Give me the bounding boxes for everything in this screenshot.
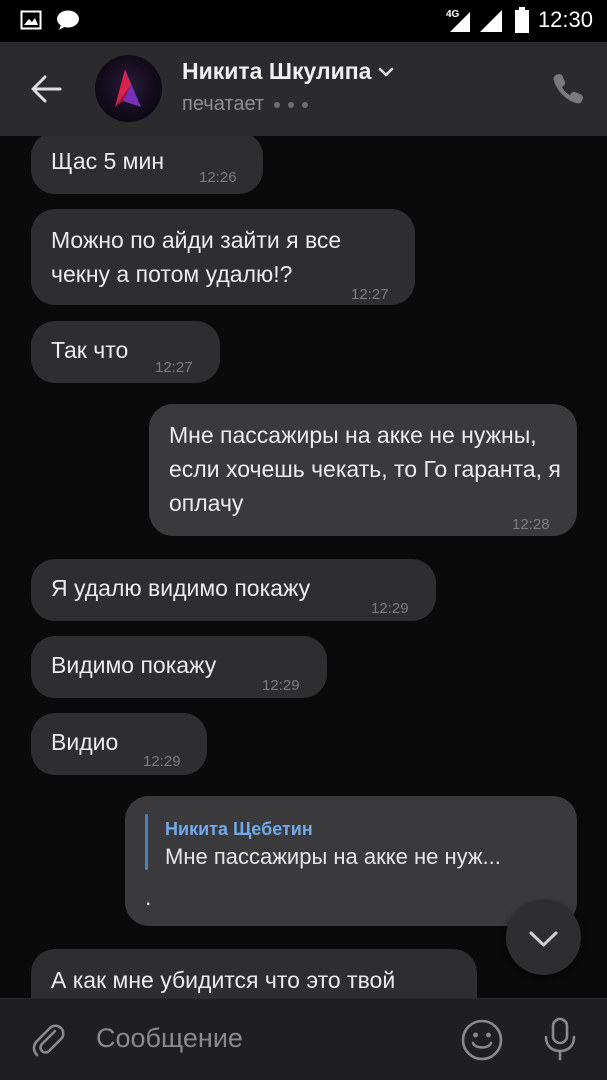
signal-icon: 4G [446, 9, 502, 32]
phone-icon[interactable] [551, 71, 585, 105]
message-text: Видимо покажу [51, 652, 217, 678]
chevron-down-icon [379, 67, 394, 76]
mic-icon[interactable] [540, 1016, 580, 1062]
message-incoming[interactable]: Видимо покажу 12:29 [31, 636, 327, 698]
message-text: Видио [51, 729, 119, 755]
message-time: 12:27 [351, 286, 389, 303]
back-arrow-icon[interactable] [26, 68, 68, 110]
clock: 12:30 [537, 7, 593, 32]
attach-icon[interactable] [28, 1019, 68, 1059]
message-text: Мне пассажиры на акке не нужны, если хоч… [169, 422, 561, 516]
avatar-image [115, 69, 141, 107]
message-incoming[interactable]: Можно по айди зайти я все чекну а потом … [31, 209, 415, 305]
message-text: Я удалю видимо покажу [51, 575, 311, 601]
status-indicators: 4G 12:30 [446, 6, 593, 34]
reply-snippet: Мне пассажиры на акке не нуж... [165, 844, 501, 869]
reply-quote-bar [145, 814, 148, 870]
message-time: 12:26 [199, 169, 237, 186]
message-incoming[interactable]: Видио 12:29 [31, 713, 207, 775]
message-input[interactable]: Сообщение [96, 1023, 243, 1054]
message-outgoing[interactable]: Мне пассажиры на акке не нужны, если хоч… [149, 404, 577, 536]
message-time: 12:27 [155, 359, 193, 376]
message-time: 12:28 [512, 516, 550, 533]
battery-icon [514, 7, 529, 33]
emoji-icon[interactable] [460, 1018, 504, 1062]
image-icon [20, 10, 42, 30]
message-incoming[interactable]: Я удалю видимо покажу 12:29 [31, 559, 436, 621]
message-incoming[interactable]: А как мне убидится что это твой [31, 949, 477, 998]
notification-icons [20, 9, 80, 31]
message-text: . [145, 884, 152, 910]
message-list[interactable]: Щас 5 мин 12:26 Можно по айди зайти я вс… [0, 136, 607, 998]
typing-status: печатает [182, 93, 265, 115]
typing-dots [274, 101, 309, 108]
message-incoming[interactable]: Так что 12:27 [31, 321, 220, 383]
chat-header: Никита Шкулипа печатает [0, 42, 607, 136]
avatar[interactable] [95, 55, 162, 122]
chat-bubble-icon [57, 10, 79, 30]
contact-name: Никита Шкулипа [182, 58, 372, 84]
scroll-down-icon [529, 931, 558, 947]
message-text: А как мне убидится что это твой [51, 967, 396, 993]
message-text: Щас 5 мин [51, 148, 165, 174]
scroll-down-button[interactable] [506, 900, 581, 975]
message-text: Так что [51, 337, 129, 363]
network-type: 4G [446, 9, 460, 20]
status-bar: 4G 12:30 [0, 0, 607, 42]
message-incoming[interactable]: Щас 5 мин 12:26 [31, 136, 263, 194]
message-composer: Сообщение [0, 998, 607, 1080]
message-time: 12:29 [262, 677, 300, 694]
message-time: 12:29 [143, 753, 181, 770]
typing-indicator: печатает [182, 93, 309, 116]
message-time: 12:29 [371, 600, 409, 617]
contact-name-button[interactable]: Никита Шкулипа [182, 58, 395, 85]
